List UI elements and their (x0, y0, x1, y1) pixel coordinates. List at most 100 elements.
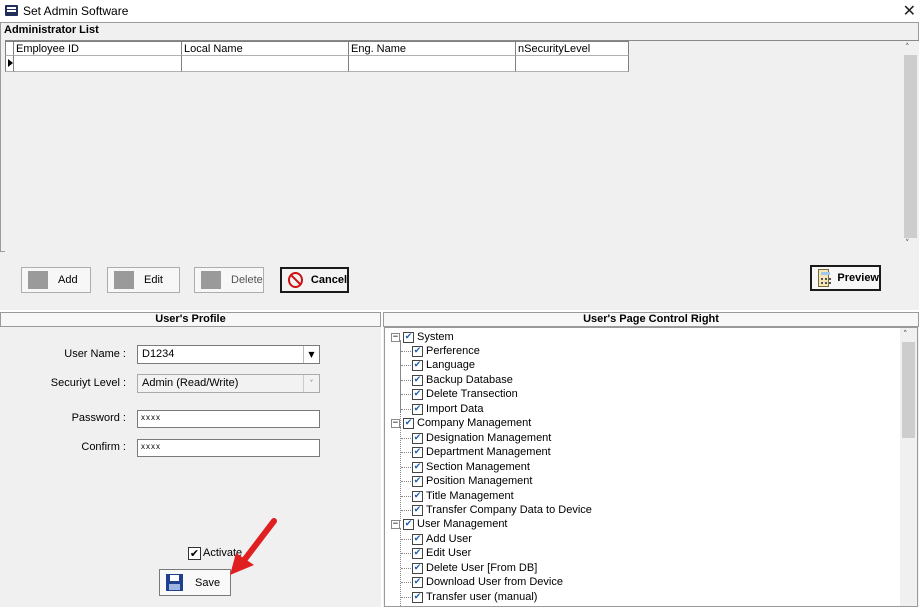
check-icon[interactable]: ✔ (412, 533, 423, 545)
tree-scrollbar[interactable]: ˄ (900, 328, 917, 606)
check-icon[interactable]: ✔ (412, 374, 423, 386)
column-employee-id[interactable]: Employee ID (14, 41, 182, 56)
save-button[interactable]: Save (159, 569, 231, 596)
user-profile-panel: User's Profile User Name : D1234 ▼ Secur… (0, 312, 381, 607)
check-icon[interactable]: ✔ (412, 475, 423, 487)
column-eng-name[interactable]: Eng. Name (349, 41, 516, 56)
tree-connector (401, 409, 411, 410)
tree-item[interactable]: ✔ Department Management (412, 445, 551, 459)
save-label: Save (195, 576, 221, 589)
tree-item[interactable]: ✔ Delete User [From DB] (412, 561, 537, 575)
tree-connector (401, 365, 411, 366)
tree-item-label: Download User from Device (426, 576, 563, 588)
check-icon[interactable]: ✔ (412, 388, 423, 400)
scroll-thumb[interactable] (902, 342, 915, 438)
tree-item-label: Delete User [From DB] (426, 562, 538, 574)
check-icon[interactable]: ✔ (403, 417, 414, 429)
close-icon[interactable]: ✕ (903, 1, 916, 20)
user-name-label: User Name : (64, 348, 126, 360)
tree-item-label: Position Management (426, 475, 533, 487)
check-icon[interactable]: ✔ (412, 490, 423, 502)
tree-item-label: Department Management (426, 446, 551, 458)
collapse-icon[interactable]: − (391, 418, 400, 428)
scroll-up-icon[interactable]: ˄ (903, 330, 908, 340)
tree-item[interactable]: ✔ Language (412, 358, 475, 372)
rights-tree[interactable]: − ✔ System ✔ Perference ✔ Language ✔ Backup… (384, 327, 918, 607)
user-profile-header: User's Profile (0, 312, 381, 327)
dropdown-arrow-icon[interactable]: ▼ (303, 346, 319, 363)
check-icon[interactable]: ✔ (403, 331, 414, 343)
tree-connector (401, 510, 411, 511)
table-row[interactable] (5, 56, 629, 72)
check-icon[interactable]: ✔ (412, 547, 423, 559)
check-icon[interactable]: ✔ (412, 461, 423, 473)
tree-group-company-management[interactable]: − ✔ Company Management (391, 416, 531, 430)
scroll-down-icon[interactable]: ˅ (905, 239, 910, 249)
collapse-icon[interactable]: − (391, 332, 400, 342)
cancel-label: Cancel (310, 274, 347, 286)
collapse-icon[interactable]: − (391, 519, 400, 529)
tree-item[interactable]: ✔ Transfer user (manual) (412, 590, 537, 604)
tree-connector (401, 539, 411, 540)
title-bar: Set Admin Software ✕ (0, 0, 924, 22)
row-header-corner (5, 41, 14, 56)
check-icon[interactable]: ✔ (412, 504, 423, 516)
tree-item[interactable]: ✔ Designation Management (412, 431, 551, 445)
tree-connector (401, 496, 411, 497)
tree-item[interactable]: ✔ Backup Database (412, 373, 513, 387)
security-level-value: Admin (Read/Write) (142, 377, 239, 389)
tree-item[interactable]: ✔ Section Management (412, 460, 530, 474)
tree-item-label: Add User (426, 533, 472, 545)
tree-group-label: Company Management (417, 417, 532, 429)
add-button[interactable]: Add (21, 267, 91, 293)
scroll-up-icon[interactable]: ˄ (905, 43, 910, 53)
cancel-icon (288, 272, 303, 288)
tree-item[interactable]: ✔ Title Management (412, 489, 514, 503)
check-icon[interactable]: ✔ (403, 518, 414, 530)
cancel-button[interactable]: Cancel (280, 267, 349, 293)
tree-item[interactable]: ✔ Edit User (412, 546, 471, 560)
security-level-select[interactable]: Admin (Read/Write) ˅ (137, 374, 320, 393)
tree-group-system[interactable]: − ✔ System (391, 330, 454, 344)
grid-scrollbar[interactable]: ˄ ˅ (902, 41, 919, 253)
password-field[interactable]: xxxx (137, 410, 320, 428)
tree-item[interactable]: ✔ Download User from Device (412, 575, 563, 589)
user-name-combo[interactable]: D1234 ▼ (137, 345, 320, 364)
check-icon[interactable]: ✔ (412, 403, 423, 415)
administrator-grid[interactable]: Employee ID Local Name Eng. Name nSecuri… (5, 40, 919, 253)
tree-group-user-management[interactable]: − ✔ User Management (391, 517, 508, 531)
activate-checkbox[interactable]: ✔ (188, 547, 201, 560)
scroll-thumb[interactable] (904, 55, 917, 238)
tree-item[interactable]: ✔ Position Management (412, 474, 532, 488)
tree-connector (401, 582, 411, 583)
check-icon[interactable]: ✔ (412, 359, 423, 371)
chevron-down-icon[interactable]: ˅ (303, 375, 319, 392)
tree-item[interactable]: ✔ Transfer Company Data to Device (412, 503, 592, 517)
administrator-list-title: Administrator List (4, 24, 99, 36)
confirm-password-field[interactable]: xxxx (137, 439, 320, 457)
column-local-name[interactable]: Local Name (182, 41, 349, 56)
cell-local-name[interactable] (182, 56, 349, 72)
cell-eng-name[interactable] (349, 56, 516, 72)
edit-icon (114, 271, 134, 289)
tree-item[interactable]: ✔ Add User (412, 532, 472, 546)
floppy-disk-icon (166, 574, 183, 591)
edit-button[interactable]: Edit (107, 267, 180, 293)
tree-item[interactable]: ✔ Delete Transection (412, 387, 518, 401)
check-icon[interactable]: ✔ (412, 576, 423, 588)
tree-item-label: Transfer Company Data to Device (426, 504, 592, 516)
cell-security-level[interactable] (516, 56, 629, 72)
delete-button[interactable]: Delete (194, 267, 264, 293)
tree-item[interactable]: ✔ Import Data (412, 402, 483, 416)
preview-button[interactable]: Preview (810, 265, 881, 291)
password-label: Password : (71, 412, 126, 424)
row-selector[interactable] (5, 56, 14, 72)
cell-employee-id[interactable] (14, 56, 182, 72)
check-icon[interactable]: ✔ (412, 562, 423, 574)
check-icon[interactable]: ✔ (412, 345, 423, 357)
column-security-level[interactable]: nSecurityLevel (516, 41, 629, 56)
check-icon[interactable]: ✔ (412, 432, 423, 444)
check-icon[interactable]: ✔ (412, 591, 423, 603)
check-icon[interactable]: ✔ (412, 446, 423, 458)
tree-item[interactable]: ✔ Perference (412, 344, 480, 358)
